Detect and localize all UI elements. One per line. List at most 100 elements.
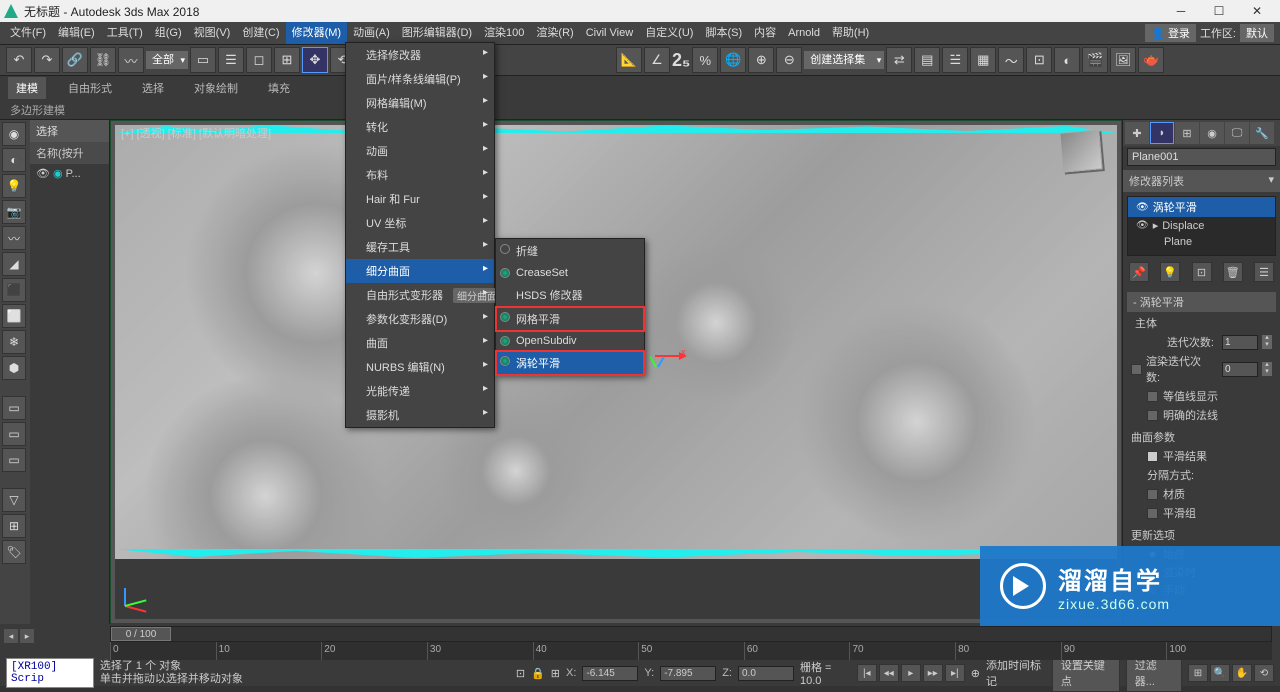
region-rect-button[interactable]: ◻ (246, 47, 272, 73)
base-object-plane[interactable]: Plane (1128, 234, 1275, 250)
cp-tab-modify[interactable]: ◗ (1150, 122, 1174, 144)
menu-rendering[interactable]: 渲染(R) (530, 22, 579, 44)
by-smoothgroup-checkbox[interactable] (1147, 508, 1158, 519)
left-tool-10[interactable]: ⬢ (2, 356, 26, 380)
x-input[interactable] (582, 666, 638, 681)
left-tool-11[interactable]: ▭ (2, 396, 26, 420)
menu-group[interactable]: 组(G) (149, 22, 188, 44)
left-tool-8[interactable]: ⬜ (2, 304, 26, 328)
angle-snap-button[interactable]: ∠ (644, 47, 670, 73)
submenu-opensubdiv[interactable]: OpenSubdiv (496, 331, 644, 351)
isolate-icon[interactable]: ⊡ (516, 667, 525, 680)
scene-explorer-col-header[interactable]: 名称(按升 (30, 142, 109, 164)
eye-icon[interactable]: 👁 (1136, 220, 1149, 231)
cp-tab-hierarchy[interactable]: ⊞ (1175, 122, 1199, 144)
next-frame-button[interactable]: ▸▸ (923, 664, 943, 682)
menu-parametric-deformers[interactable]: 参数化变形器(D) (346, 307, 494, 331)
ribbon-tab-populate[interactable]: 填充 (260, 77, 298, 99)
spinner-snap-button[interactable]: 🌐 (720, 47, 746, 73)
submenu-meshsmooth[interactable]: 网格平滑 (496, 307, 644, 331)
configure-sets-button[interactable]: ☰ (1254, 262, 1274, 282)
menu-radiosity[interactable]: 光能传递 (346, 379, 494, 403)
left-tool-6[interactable]: ◢ (2, 252, 26, 276)
login-button[interactable]: 👤登录 (1145, 24, 1196, 42)
link-button[interactable]: 🔗 (62, 47, 88, 73)
minimize-button[interactable]: ─ (1162, 0, 1200, 22)
left-tool-filter[interactable]: ▽ (2, 488, 26, 512)
menu-file[interactable]: 文件(F) (4, 22, 52, 44)
left-tool-expand[interactable]: ⊞ (2, 514, 26, 538)
time-nav-next[interactable]: ▸ (20, 629, 34, 643)
isoline-checkbox[interactable] (1147, 391, 1158, 402)
eye-icon[interactable]: 👁 (1136, 202, 1149, 213)
undo-button[interactable]: ↶ (6, 47, 32, 73)
menu-patch-spline-editing[interactable]: 面片/样条线编辑(P) (346, 67, 494, 91)
menu-freeform-deformers[interactable]: 自由形式变形器细分曲面 (346, 283, 494, 307)
ribbon-tab-selection[interactable]: 选择 (134, 77, 172, 99)
explicit-normals-checkbox[interactable] (1147, 410, 1158, 421)
cp-tab-display[interactable]: 🖵 (1225, 122, 1249, 144)
modifier-displace[interactable]: 👁▸Displace (1128, 217, 1275, 234)
spin-down[interactable]: ▾ (1262, 342, 1272, 349)
selection-set-dropdown[interactable]: 创建选择集 (804, 51, 884, 69)
menu-uv-coords[interactable]: UV 坐标 (346, 211, 494, 235)
maximize-button[interactable]: ☐ (1200, 0, 1238, 22)
rollout-turbosmooth-header[interactable]: - 涡轮平滑 (1127, 292, 1276, 312)
unlink-button[interactable]: ⛓ (90, 47, 116, 73)
select-move-button[interactable]: ✥ (302, 47, 328, 73)
menu-content[interactable]: 内容 (748, 22, 782, 44)
by-material-checkbox[interactable] (1147, 489, 1158, 500)
scene-explorer-row[interactable]: 👁 ◉ P... (30, 164, 109, 183)
viewport-nav-3[interactable]: ✋ (1232, 664, 1252, 682)
cp-tab-utilities[interactable]: 🔧 (1250, 122, 1274, 144)
menu-modifiers[interactable]: 修改器(M) (286, 22, 348, 44)
select-by-name-button[interactable]: ☰ (218, 47, 244, 73)
ribbon-tab-modeling[interactable]: 建模 (8, 77, 46, 99)
viewport-nav-1[interactable]: ⊞ (1188, 664, 1208, 682)
mirror-button[interactable]: ⇄ (886, 47, 912, 73)
menu-nurbs-editing[interactable]: NURBS 编辑(N) (346, 355, 494, 379)
object-name-input[interactable] (1127, 148, 1276, 166)
layers-button[interactable]: ☱ (942, 47, 968, 73)
select-object-button[interactable]: ▭ (190, 47, 216, 73)
menu-animation-mods[interactable]: 动画 (346, 139, 494, 163)
snap-button[interactable]: 📐 (616, 47, 642, 73)
menu-help[interactable]: 帮助(H) (826, 22, 875, 44)
submenu-turbosmooth[interactable]: 涡轮平滑 (496, 351, 644, 375)
y-input[interactable] (660, 666, 716, 681)
left-tool-2[interactable]: ◐ (2, 148, 26, 172)
menu-views[interactable]: 视图(V) (188, 22, 237, 44)
time-slider-handle[interactable]: 0 / 100 (111, 627, 171, 641)
ribbon-tab-freeform[interactable]: 自由形式 (60, 77, 120, 99)
remove-selset-button[interactable]: ⊖ (776, 47, 802, 73)
menu-tools[interactable]: 工具(T) (101, 22, 149, 44)
submenu-crease[interactable]: 折缝 (496, 239, 644, 263)
modifier-stack[interactable]: 👁涡轮平滑 👁▸Displace Plane (1127, 196, 1276, 256)
maxscript-listener[interactable]: [XR100] Scrip (6, 658, 94, 688)
abs-rel-icon[interactable]: ⊞ (551, 667, 560, 680)
menu-mesh-editing[interactable]: 网格编辑(M) (346, 91, 494, 115)
goto-start-button[interactable]: |◂ (857, 664, 877, 682)
percent-snap-button[interactable]: % (692, 47, 718, 73)
render-setup-button[interactable]: 🎬 (1082, 47, 1108, 73)
cp-tab-create[interactable]: ✚ (1125, 122, 1149, 144)
menu-arnold[interactable]: Arnold (782, 22, 826, 44)
menu-render100[interactable]: 渲染100 (478, 22, 530, 44)
left-tool-5[interactable]: 〰 (2, 226, 26, 250)
left-tool-tag[interactable]: 🏷 (2, 540, 26, 564)
close-button[interactable]: ✕ (1238, 0, 1276, 22)
time-nav-prev[interactable]: ◂ (4, 629, 18, 643)
align-button[interactable]: ▤ (914, 47, 940, 73)
selection-filter-dropdown[interactable]: 全部 (146, 51, 188, 69)
render-button[interactable]: 🫖 (1138, 47, 1164, 73)
modifier-turbosmooth[interactable]: 👁涡轮平滑 (1128, 197, 1275, 217)
pin-stack-button[interactable]: 📌 (1129, 262, 1149, 282)
render-iter-input[interactable] (1222, 362, 1258, 377)
add-time-tag-label[interactable]: 添加时间标记 (986, 657, 1046, 689)
window-crossing-button[interactable]: ⊞ (274, 47, 300, 73)
bind-spacewarp-button[interactable]: 〰 (118, 47, 144, 73)
menu-subdivision-surfaces[interactable]: 细分曲面 (346, 259, 494, 283)
viewport-nav-4[interactable]: ⟲ (1254, 664, 1274, 682)
submenu-creaseset[interactable]: CreaseSet (496, 263, 644, 283)
left-tool-13[interactable]: ▭ (2, 448, 26, 472)
